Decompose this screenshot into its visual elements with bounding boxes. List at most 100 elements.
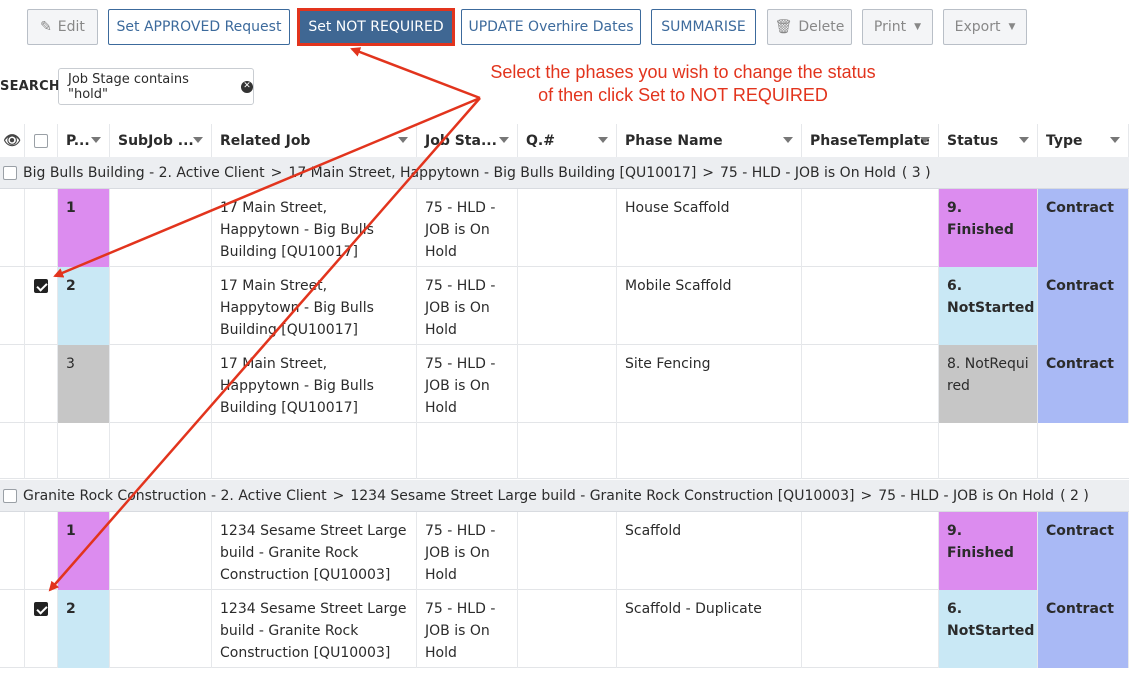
export-label: Export — [954, 19, 1001, 35]
quote-number-cell — [518, 590, 617, 668]
select-all-column[interactable] — [25, 124, 58, 158]
quote-number-cell — [518, 512, 617, 590]
sort-caret-icon[interactable] — [598, 137, 608, 143]
group-header[interactable]: Big Bulls Building - 2. Active Client > … — [0, 157, 1129, 189]
sort-caret-icon[interactable] — [398, 137, 408, 143]
update-overhire-label: UPDATE Overhire Dates — [468, 19, 634, 35]
highlight-box — [297, 8, 455, 46]
delete-label: Delete — [798, 19, 845, 35]
phase-template-cell — [802, 189, 939, 267]
phase-number-cell: 2 — [58, 267, 110, 345]
column-phase-template-label: PhaseTemplate — [810, 133, 930, 149]
set-approved-button[interactable]: Set APPROVED Request — [108, 9, 290, 45]
chevron-right-icon: > — [702, 164, 715, 181]
summarise-button[interactable]: SUMMARISE — [651, 9, 756, 45]
column-header-q[interactable]: Q.# — [518, 124, 617, 158]
subjob-cell — [110, 267, 212, 345]
phase-name-cell: Scaffold — [617, 512, 802, 590]
column-header-related-job[interactable]: Related Job — [212, 124, 417, 158]
edit-button[interactable]: ✎ Edit — [27, 9, 98, 45]
sort-caret-icon[interactable] — [1019, 137, 1029, 143]
related-job-cell[interactable]: 17 Main Street, Happytown - Big Bulls Bu… — [212, 189, 417, 267]
row-select-cell[interactable] — [25, 512, 58, 590]
trash-icon: 🗑 — [774, 19, 793, 35]
column-subjob-label: SubJob ... — [118, 133, 194, 149]
eye-icon: 👁 — [3, 133, 21, 149]
column-q-label: Q.# — [526, 133, 555, 149]
search-filter-chip[interactable]: Job Stage contains "hold" ✕ — [58, 68, 254, 105]
chevron-down-icon: ▼ — [914, 22, 922, 32]
row-checkbox[interactable] — [34, 279, 48, 293]
type-cell: Contract — [1038, 512, 1129, 590]
job-stage-cell: 75 - HLD - JOB is On Hold — [417, 590, 518, 668]
print-button[interactable]: Print ▼ — [862, 9, 933, 45]
group-job: 17 Main Street, Happytown - Big Bulls Bu… — [288, 164, 697, 181]
related-job-cell[interactable]: 17 Main Street, Happytown - Big Bulls Bu… — [212, 345, 417, 423]
sort-caret-icon[interactable] — [920, 137, 930, 143]
row-eye-cell — [0, 345, 25, 423]
related-job-cell[interactable]: 1234 Sesame Street Large build - Granite… — [212, 512, 417, 590]
related-job-cell[interactable]: 1234 Sesame Street Large build - Granite… — [212, 590, 417, 668]
phase-template-cell — [802, 345, 939, 423]
table-row[interactable]: 3 17 Main Street, Happytown - Big Bulls … — [0, 345, 1129, 423]
phase-number-cell: 1 — [58, 512, 110, 590]
sort-caret-icon[interactable] — [91, 137, 101, 143]
phase-name-cell: Site Fencing — [617, 345, 802, 423]
phase-name-cell: Mobile Scaffold — [617, 267, 802, 345]
sort-caret-icon[interactable] — [499, 137, 509, 143]
status-cell: 9. Finished — [939, 512, 1038, 590]
table-row[interactable]: 2 1234 Sesame Street Large build - Grani… — [0, 590, 1129, 668]
table-row[interactable]: 1 17 Main Street, Happytown - Big Bulls … — [0, 189, 1129, 267]
job-stage-cell: 75 - HLD - JOB is On Hold — [417, 267, 518, 345]
table-row[interactable]: 2 17 Main Street, Happytown - Big Bulls … — [0, 267, 1129, 345]
column-header-phase-name[interactable]: Phase Name — [617, 124, 802, 158]
job-stage-cell: 75 - HLD - JOB is On Hold — [417, 512, 518, 590]
column-header-job-stage[interactable]: Job Sta... — [417, 124, 518, 158]
column-header-phase-template[interactable]: PhaseTemplate — [802, 124, 939, 158]
status-cell: 8. NotRequired — [939, 345, 1038, 423]
group-header[interactable]: Granite Rock Construction - 2. Active Cl… — [0, 480, 1129, 512]
export-button[interactable]: Export ▼ — [943, 9, 1027, 45]
clear-filter-icon[interactable]: ✕ — [241, 80, 253, 93]
group-count: ( 3 ) — [901, 164, 931, 181]
row-eye-cell — [0, 267, 25, 345]
group-stage: 75 - HLD - JOB is On Hold — [878, 487, 1055, 504]
column-related-job-label: Related Job — [220, 133, 311, 149]
related-job-cell[interactable]: 17 Main Street, Happytown - Big Bulls Bu… — [212, 267, 417, 345]
sort-caret-icon[interactable] — [1110, 137, 1120, 143]
subjob-cell — [110, 512, 212, 590]
group-job: 1234 Sesame Street Large build - Granite… — [350, 487, 855, 504]
group-spacer — [0, 423, 1129, 479]
group-count: ( 2 ) — [1060, 487, 1089, 504]
row-eye-cell — [0, 189, 25, 267]
column-type-label: Type — [1046, 133, 1083, 149]
chevron-right-icon: > — [270, 164, 283, 181]
type-cell: Contract — [1038, 267, 1129, 345]
edit-label: Edit — [57, 19, 85, 35]
group-client: Big Bulls Building - 2. Active Client — [23, 164, 265, 181]
update-overhire-button[interactable]: UPDATE Overhire Dates — [461, 9, 641, 45]
row-select-cell[interactable] — [25, 189, 58, 267]
row-select-cell[interactable] — [25, 345, 58, 423]
column-header-type[interactable]: Type — [1038, 124, 1129, 158]
column-phase-name-label: Phase Name — [625, 133, 723, 149]
group-checkbox[interactable] — [3, 488, 17, 503]
column-header-status[interactable]: Status — [939, 124, 1038, 158]
column-header-subjob[interactable]: SubJob ... — [110, 124, 212, 158]
subjob-cell — [110, 345, 212, 423]
sort-caret-icon[interactable] — [193, 137, 203, 143]
job-stage-cell: 75 - HLD - JOB is On Hold — [417, 189, 518, 267]
select-all-checkbox[interactable] — [34, 134, 48, 148]
visibility-column[interactable]: 👁 — [0, 124, 25, 158]
group-checkbox[interactable] — [3, 165, 17, 180]
sort-caret-icon[interactable] — [783, 137, 793, 143]
status-cell: 6. NotStarted — [939, 590, 1038, 668]
column-header-p[interactable]: P... — [58, 124, 110, 158]
row-checkbox[interactable] — [34, 602, 48, 616]
table-row[interactable]: 1 1234 Sesame Street Large build - Grani… — [0, 512, 1129, 590]
row-select-cell[interactable] — [25, 267, 58, 345]
type-cell: Contract — [1038, 345, 1129, 423]
row-select-cell[interactable] — [25, 590, 58, 668]
delete-button[interactable]: 🗑 Delete — [767, 9, 852, 45]
phase-number-cell: 2 — [58, 590, 110, 668]
